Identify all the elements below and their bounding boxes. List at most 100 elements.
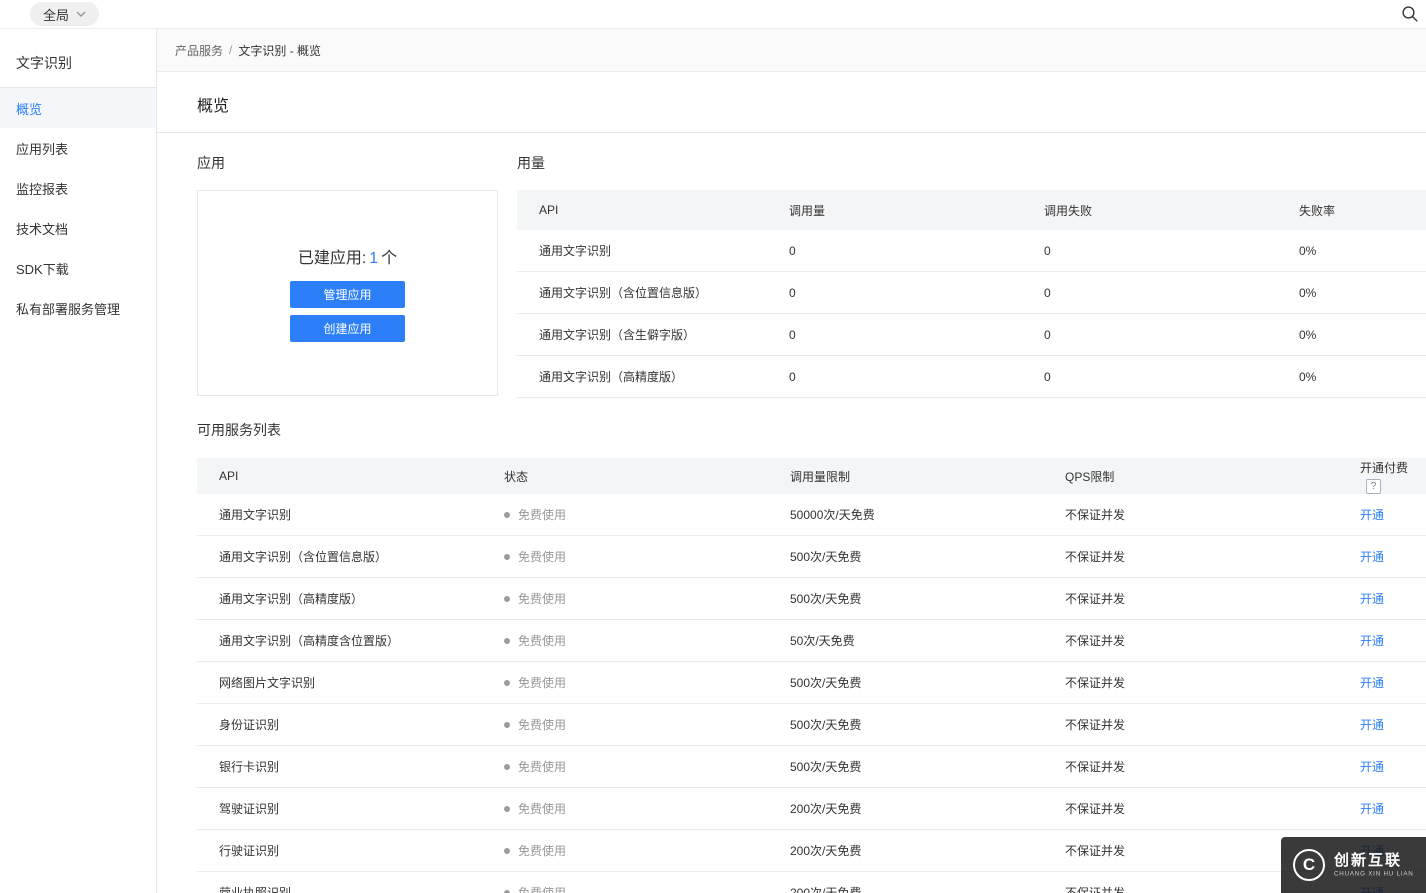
service-status: 免费使用 <box>518 634 566 648</box>
service-status-cell: 免费使用 <box>482 704 768 746</box>
usage-row: 通用文字识别（含生僻字版） 0 0 0% <box>517 314 1426 356</box>
services-table-header-row: API 状态 调用量限制 QPS限制 开通付费? <box>197 458 1426 494</box>
service-limit: 500次/天免费 <box>768 578 1043 620</box>
service-api-name: 通用文字识别（高精度含位置版） <box>197 620 482 662</box>
service-api-name: 网络图片文字识别 <box>197 662 482 704</box>
usage-failures: 0 <box>1022 272 1277 314</box>
usage-failure-rate: 0% <box>1277 272 1426 314</box>
app-card: 已建应用:1个 管理应用 创建应用 <box>197 190 498 396</box>
service-status: 免费使用 <box>518 844 566 858</box>
service-row: 营业执照识别 免费使用 200次/天免费 不保证并发 开通 <box>197 872 1426 893</box>
app-section-heading: 应用 <box>197 153 498 173</box>
usage-failure-rate: 0% <box>1277 356 1426 398</box>
service-status: 免费使用 <box>518 802 566 816</box>
services-section: 可用服务列表 API 状态 调用量限制 QPS限制 开通付费? <box>197 420 1426 893</box>
activate-link[interactable]: 开通 <box>1360 592 1384 606</box>
sidebar-item-overview[interactable]: 概览 <box>0 88 156 128</box>
watermark-name: 创新互联 <box>1334 852 1426 870</box>
page-title: 概览 <box>197 92 1386 116</box>
built-apps-unit: 个 <box>381 250 397 267</box>
service-qps: 不保证并发 <box>1043 704 1338 746</box>
service-row: 网络图片文字识别 免费使用 500次/天免费 不保证并发 开通 <box>197 662 1426 704</box>
breadcrumb-product-services[interactable]: 产品服务 <box>175 42 223 59</box>
service-limit: 50次/天免费 <box>768 620 1043 662</box>
activate-link[interactable]: 开通 <box>1360 676 1384 690</box>
usage-failures: 0 <box>1022 314 1277 356</box>
status-dot-icon <box>504 806 510 812</box>
sidebar-item-tech-docs[interactable]: 技术文档 <box>0 208 156 248</box>
service-status-cell: 免费使用 <box>482 662 768 704</box>
sidebar-title: 文字识别 <box>0 29 156 88</box>
service-action-cell: 开通 <box>1338 704 1426 746</box>
usage-failures: 0 <box>1022 230 1277 272</box>
service-action-cell: 开通 <box>1338 788 1426 830</box>
content: 概览 应用 已建应用:1个 管理应用 创建应用 <box>157 72 1426 893</box>
usage-calls: 0 <box>767 356 1022 398</box>
service-row: 通用文字识别 免费使用 50000次/天免费 不保证并发 开通 <box>197 494 1426 536</box>
service-limit: 200次/天免费 <box>768 830 1043 872</box>
usage-section: 用量 API 调用量 调用失败 失败率 <box>517 153 1426 398</box>
chevron-down-icon <box>76 11 86 17</box>
sidebar-item-app-list[interactable]: 应用列表 <box>0 128 156 168</box>
service-limit: 50000次/天免费 <box>768 494 1043 536</box>
service-limit: 500次/天免费 <box>768 704 1043 746</box>
usage-api-name: 通用文字识别（含位置信息版） <box>517 272 767 314</box>
usage-table: API 调用量 调用失败 失败率 通用文字识别 0 0 <box>517 190 1426 398</box>
service-row: 通用文字识别（含位置信息版） 免费使用 500次/天免费 不保证并发 开通 <box>197 536 1426 578</box>
usage-col-failure-rate: 失败率 <box>1277 190 1426 230</box>
services-section-heading: 可用服务列表 <box>197 420 1426 440</box>
activate-link[interactable]: 开通 <box>1360 802 1384 816</box>
search-icon[interactable] <box>1401 5 1419 23</box>
usage-section-heading: 用量 <box>517 153 1426 173</box>
service-status: 免费使用 <box>518 886 566 893</box>
services-col-limit: 调用量限制 <box>768 458 1043 494</box>
activate-link[interactable]: 开通 <box>1360 760 1384 774</box>
built-apps-line: 已建应用:1个 <box>298 244 397 268</box>
activate-link[interactable]: 开通 <box>1360 634 1384 648</box>
service-row: 驾驶证识别 免费使用 200次/天免费 不保证并发 开通 <box>197 788 1426 830</box>
app-section: 应用 已建应用:1个 管理应用 创建应用 <box>197 153 498 398</box>
service-api-name: 通用文字识别（高精度版） <box>197 578 482 620</box>
sidebar-menu: 概览 应用列表 监控报表 技术文档 SDK下载 私有部署服务管理 <box>0 88 156 328</box>
status-dot-icon <box>504 554 510 560</box>
service-api-name: 身份证识别 <box>197 704 482 746</box>
activate-link[interactable]: 开通 <box>1360 718 1384 732</box>
main-area: 产品服务 / 文字识别 - 概览 概览 应用 已建应用:1个 <box>157 29 1426 893</box>
service-status: 免费使用 <box>518 718 566 732</box>
service-row: 行驶证识别 免费使用 200次/天免费 不保证并发 开通 <box>197 830 1426 872</box>
service-status-cell: 免费使用 <box>482 578 768 620</box>
usage-failures: 0 <box>1022 356 1277 398</box>
service-limit: 200次/天免费 <box>768 872 1043 893</box>
region-selector[interactable]: 全局 <box>30 2 99 26</box>
watermark-subtext: CHUANG XIN HU LIAN <box>1334 870 1414 877</box>
services-col-api: API <box>197 458 482 494</box>
service-status-cell: 免费使用 <box>482 872 768 893</box>
usage-failure-rate: 0% <box>1277 230 1426 272</box>
service-status: 免费使用 <box>518 508 566 522</box>
create-app-button[interactable]: 创建应用 <box>290 315 405 342</box>
service-action-cell: 开通 <box>1338 578 1426 620</box>
service-status-cell: 免费使用 <box>482 830 768 872</box>
activate-link[interactable]: 开通 <box>1360 550 1384 564</box>
manage-app-button[interactable]: 管理应用 <box>290 281 405 308</box>
page-title-row: 概览 <box>157 72 1426 133</box>
usage-api-name: 通用文字识别 <box>517 230 767 272</box>
activate-link[interactable]: 开通 <box>1360 508 1384 522</box>
usage-row: 通用文字识别（含位置信息版） 0 0 0% <box>517 272 1426 314</box>
status-dot-icon <box>504 680 510 686</box>
help-icon[interactable]: ? <box>1366 479 1381 494</box>
service-api-name: 通用文字识别（含位置信息版） <box>197 536 482 578</box>
usage-calls: 0 <box>767 272 1022 314</box>
service-limit: 500次/天免费 <box>768 536 1043 578</box>
service-qps: 不保证并发 <box>1043 620 1338 662</box>
status-dot-icon <box>504 512 510 518</box>
watermark: C 创新互联 CHUANG XIN HU LIAN <box>1281 837 1426 893</box>
service-limit: 500次/天免费 <box>768 746 1043 788</box>
service-row: 身份证识别 免费使用 500次/天免费 不保证并发 开通 <box>197 704 1426 746</box>
status-dot-icon <box>504 848 510 854</box>
sidebar-item-sdk-download[interactable]: SDK下载 <box>0 248 156 288</box>
service-status: 免费使用 <box>518 676 566 690</box>
sidebar-item-monitor-reports[interactable]: 监控报表 <box>0 168 156 208</box>
service-limit: 200次/天免费 <box>768 788 1043 830</box>
sidebar-item-private-deploy[interactable]: 私有部署服务管理 <box>0 288 156 328</box>
